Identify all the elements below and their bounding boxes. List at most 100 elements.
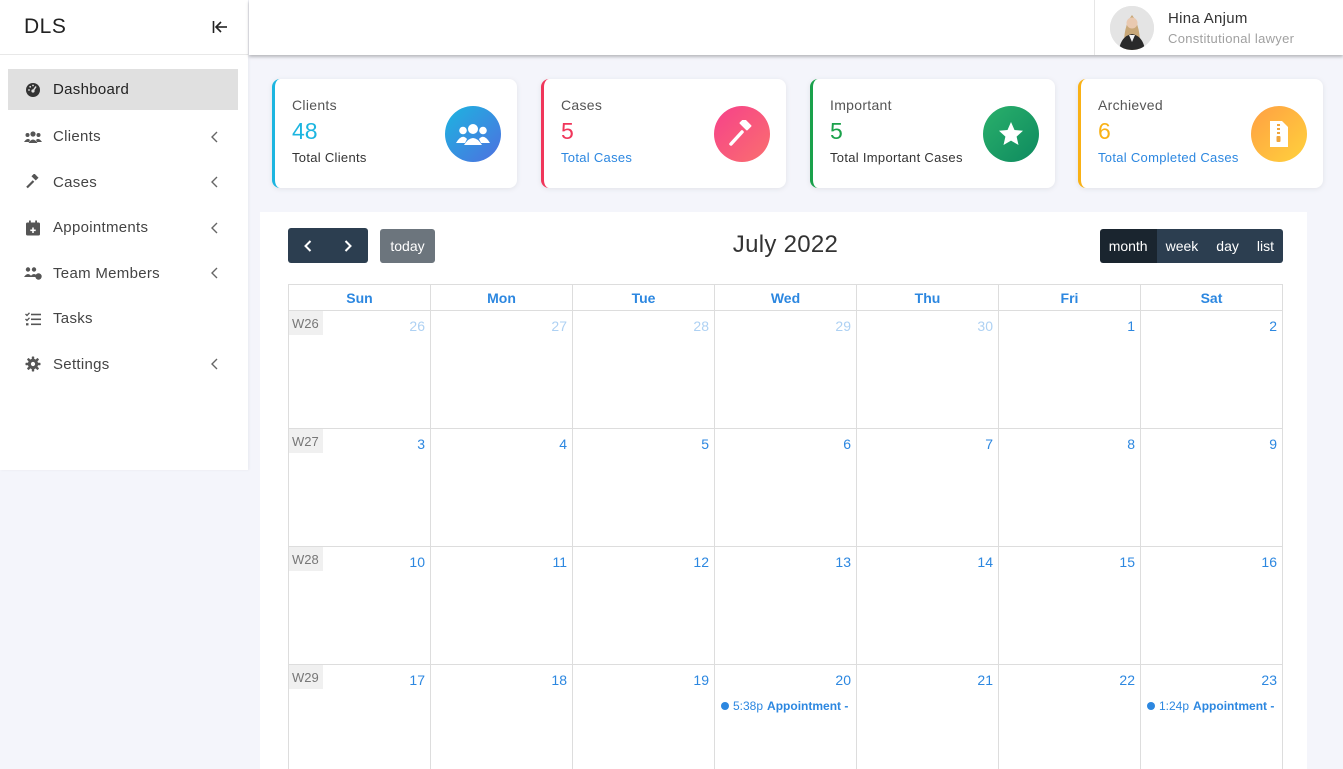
users-icon xyxy=(445,106,501,162)
sidebar-nav: Dashboard Clients Cases Appointments Tea… xyxy=(0,55,248,387)
day-cell[interactable]: W27 3 xyxy=(289,429,431,547)
sidebar-item-label: Tasks xyxy=(53,310,93,328)
sidebar-item-clients[interactable]: Clients xyxy=(0,114,248,160)
day-number[interactable]: 17 xyxy=(409,672,425,688)
week-number[interactable]: W28 xyxy=(289,547,323,571)
user-profile[interactable]: Hina Anjum Constitutional lawyer xyxy=(1094,0,1343,55)
day-number[interactable]: 7 xyxy=(985,436,993,452)
sidebar-item-dashboard[interactable]: Dashboard xyxy=(8,69,238,110)
day-cell[interactable]: W26 26 xyxy=(289,311,431,429)
day-number[interactable]: 15 xyxy=(1119,554,1135,570)
team-icon xyxy=(24,264,42,282)
day-cell[interactable]: 1 xyxy=(999,311,1141,429)
day-cell[interactable]: 12 xyxy=(573,547,715,665)
sidebar-item-label: Clients xyxy=(53,128,101,146)
day-cell[interactable]: 14 xyxy=(857,547,999,665)
day-cell[interactable]: 15 xyxy=(999,547,1141,665)
day-number[interactable]: 21 xyxy=(977,672,993,688)
sidebar-item-label: Cases xyxy=(53,173,98,191)
collapse-sidebar-icon[interactable] xyxy=(210,17,230,37)
day-number[interactable]: 13 xyxy=(835,554,851,570)
day-number[interactable]: 8 xyxy=(1127,436,1135,452)
week-number[interactable]: W26 xyxy=(289,311,323,335)
day-cell[interactable]: 28 xyxy=(573,311,715,429)
weekday-label: Sat xyxy=(1141,285,1283,311)
day-cell[interactable]: 13 xyxy=(715,547,857,665)
day-number[interactable]: 6 xyxy=(843,436,851,452)
day-number[interactable]: 19 xyxy=(693,672,709,688)
day-cell[interactable]: 4 xyxy=(431,429,573,547)
day-number[interactable]: 3 xyxy=(417,436,425,452)
day-cell[interactable]: 18 xyxy=(431,665,573,769)
weekday-label: Thu xyxy=(857,285,999,311)
sidebar-item-cases[interactable]: Cases xyxy=(0,160,248,206)
day-number[interactable]: 12 xyxy=(693,554,709,570)
day-cell[interactable]: 9 xyxy=(1141,429,1283,547)
day-number[interactable]: 4 xyxy=(559,436,567,452)
day-cell[interactable]: 19 xyxy=(573,665,715,769)
day-number[interactable]: 10 xyxy=(409,554,425,570)
day-cell[interactable]: 22 xyxy=(999,665,1141,769)
chevron-left-icon xyxy=(210,131,220,143)
day-cell[interactable]: 2 xyxy=(1141,311,1283,429)
day-number[interactable]: 18 xyxy=(551,672,567,688)
day-number[interactable]: 26 xyxy=(409,318,425,334)
day-cell[interactable]: 21 xyxy=(857,665,999,769)
day-cell[interactable]: 29 xyxy=(715,311,857,429)
gear-icon xyxy=(24,355,42,373)
stat-card-cases[interactable]: Cases 5 Total Cases xyxy=(541,79,786,188)
day-number[interactable]: 9 xyxy=(1269,436,1277,452)
stat-card-archieved[interactable]: Archieved 6 Total Completed Cases xyxy=(1078,79,1323,188)
week-number[interactable]: W27 xyxy=(289,429,323,453)
day-cell[interactable]: 11 xyxy=(431,547,573,665)
day-number[interactable]: 11 xyxy=(552,554,567,570)
day-cell[interactable]: 7 xyxy=(857,429,999,547)
weekday-label: Tue xyxy=(573,285,715,311)
day-cell[interactable]: W28 10 xyxy=(289,547,431,665)
day-number[interactable]: 5 xyxy=(701,436,709,452)
day-cell[interactable]: W29 17 xyxy=(289,665,431,769)
sidebar-item-appointments[interactable]: Appointments xyxy=(0,205,248,251)
view-month-button[interactable]: month xyxy=(1099,229,1157,263)
day-cell[interactable]: 8 xyxy=(999,429,1141,547)
day-number[interactable]: 20 xyxy=(835,672,851,688)
day-cell[interactable]: 20 5:38p Appointment - xyxy=(715,665,857,769)
stat-card-important[interactable]: Important 5 Total Important Cases xyxy=(810,79,1055,188)
day-number[interactable]: 2 xyxy=(1269,318,1277,334)
view-list-button[interactable]: list xyxy=(1247,229,1283,263)
sidebar-item-tasks[interactable]: Tasks xyxy=(0,296,248,342)
day-cell[interactable]: 16 xyxy=(1141,547,1283,665)
day-number[interactable]: 27 xyxy=(551,318,567,334)
tasks-icon xyxy=(24,310,42,328)
profile-role: Constitutional lawyer xyxy=(1168,30,1295,46)
sidebar-item-label: Settings xyxy=(53,355,110,373)
day-cell[interactable]: 6 xyxy=(715,429,857,547)
day-number[interactable]: 30 xyxy=(977,318,993,334)
day-cell[interactable]: 5 xyxy=(573,429,715,547)
sidebar-item-settings[interactable]: Settings xyxy=(0,342,248,388)
brand-logo[interactable]: DLS xyxy=(24,15,66,39)
day-cell[interactable]: 27 xyxy=(431,311,573,429)
week-number[interactable]: W29 xyxy=(289,665,323,689)
day-number[interactable]: 16 xyxy=(1261,554,1277,570)
day-number[interactable]: 29 xyxy=(835,318,851,334)
day-number[interactable]: 28 xyxy=(693,318,709,334)
event-time: 5:38p xyxy=(733,699,764,713)
day-number[interactable]: 22 xyxy=(1119,672,1135,688)
chevron-left-icon xyxy=(210,222,220,234)
day-cell[interactable]: 30 xyxy=(857,311,999,429)
week-row: W28 10 11 12 13 14 15 16 xyxy=(289,547,1283,665)
view-week-button[interactable]: week xyxy=(1156,229,1208,263)
weekday-label: Wed xyxy=(715,285,857,311)
view-day-button[interactable]: day xyxy=(1207,229,1248,263)
day-number[interactable]: 1 xyxy=(1127,318,1135,334)
day-number[interactable]: 23 xyxy=(1261,672,1277,688)
avatar xyxy=(1110,5,1154,50)
calendar-event[interactable]: 1:24p Appointment - ... xyxy=(1147,699,1278,713)
day-cell[interactable]: 23 1:24p Appointment - ... xyxy=(1141,665,1283,769)
star-icon xyxy=(983,106,1039,162)
calendar-event[interactable]: 5:38p Appointment - xyxy=(721,699,852,713)
day-number[interactable]: 14 xyxy=(977,554,993,570)
stat-card-clients[interactable]: Clients 48 Total Clients xyxy=(272,79,517,188)
sidebar-item-team-members[interactable]: Team Members xyxy=(0,251,248,297)
